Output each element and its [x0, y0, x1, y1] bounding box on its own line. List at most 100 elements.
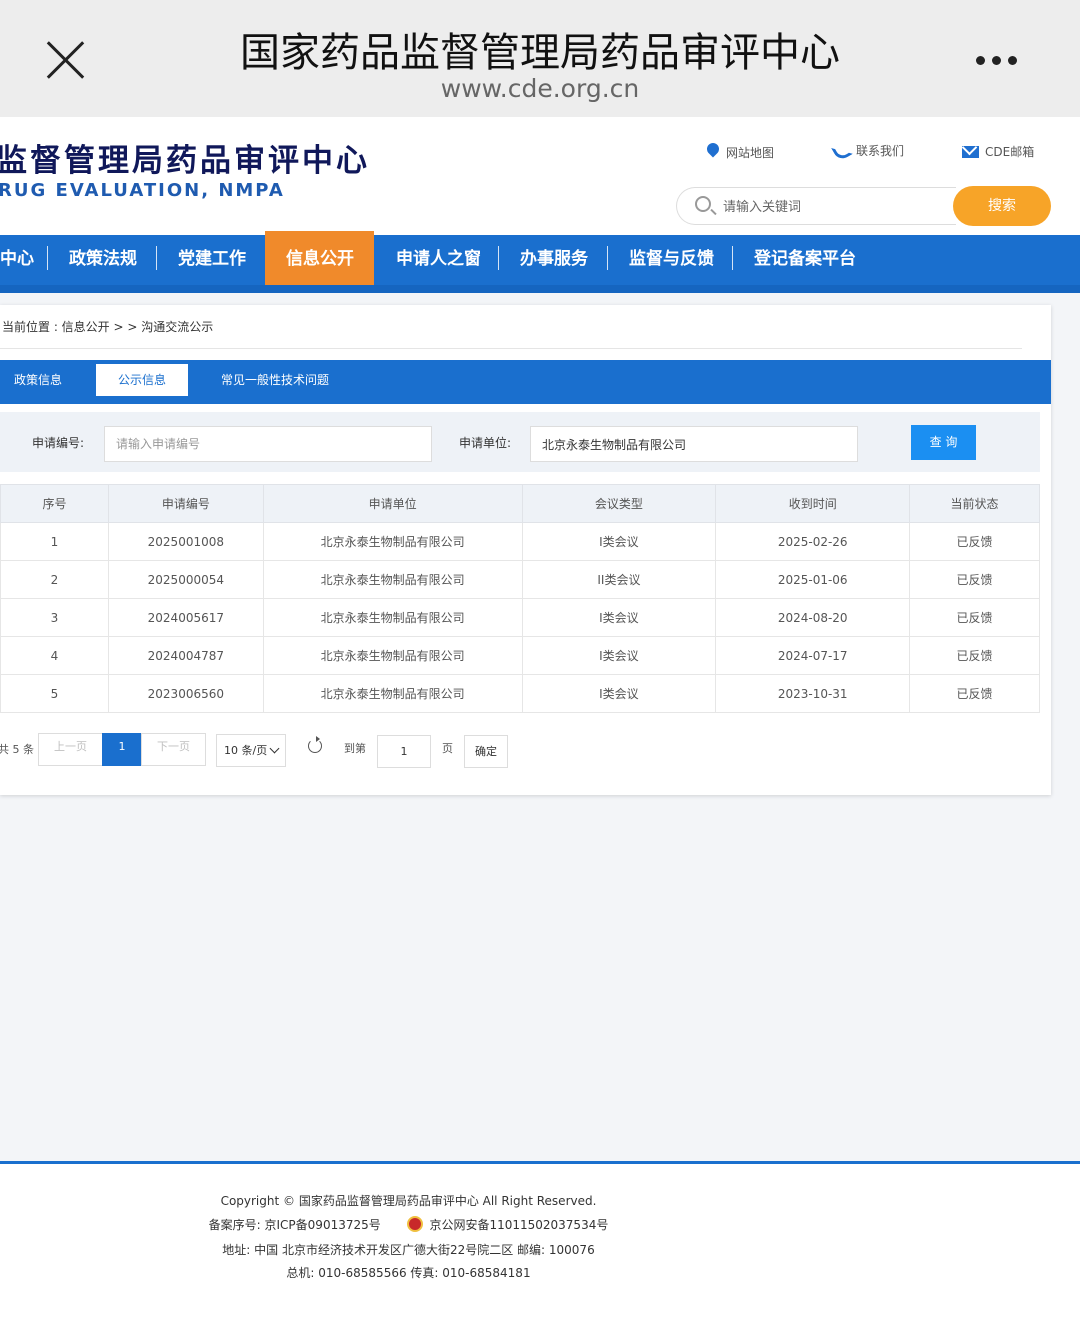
cell-applicant: 北京永泰生物制品有限公司	[262, 674, 523, 713]
header-applicant: 申请单位	[262, 484, 523, 523]
browser-top-bar: 国家药品监督管理局药品审评中心 www.cde.org.cn	[0, 0, 1080, 117]
cell-seq: 2	[0, 560, 109, 599]
header-received-time: 收到时间	[715, 484, 911, 523]
cell-seq: 4	[0, 636, 109, 675]
prev-page-button[interactable]: 上一页	[38, 733, 103, 766]
footer-phone: 总机: 010-68585566 传真: 010-68584181	[286, 1266, 531, 1280]
footer-address: 地址: 中国 北京市经济技术开发区广德大街22号院二区 邮编: 100076	[222, 1243, 595, 1257]
police-badge-icon	[407, 1216, 424, 1232]
nav-item-party[interactable]: 党建工作	[178, 235, 246, 283]
cell-received-time: 2024-08-20	[715, 598, 911, 637]
header-app-no: 申请编号	[107, 484, 264, 523]
total-count: 共 5 条	[0, 743, 34, 756]
table-row[interactable]: 2 2025000054 北京永泰生物制品有限公司 II类会议 2025-01-…	[0, 560, 1040, 599]
header-status: 当前状态	[909, 484, 1040, 523]
cell-app-no: 2024004787	[107, 636, 264, 675]
mail-label: CDE邮箱	[985, 145, 1035, 159]
nav-separator	[156, 246, 157, 270]
footer-copyright: Copyright © 国家药品监督管理局药品审评中心 All Right Re…	[220, 1194, 597, 1208]
cell-app-no: 2023006560	[107, 674, 264, 713]
nav-item-center[interactable]: 中心	[0, 235, 34, 283]
filter-bar: 申请编号: 申请单位: 查 询	[0, 412, 1040, 472]
footer-police[interactable]: 京公网安备11011502037534号	[429, 1218, 608, 1232]
header-seq: 序号	[0, 484, 109, 523]
nav-item-info-public[interactable]: 信息公开	[286, 235, 354, 283]
contact-label: 联系我们	[856, 144, 905, 158]
cell-status: 已反馈	[909, 522, 1040, 561]
cell-status: 已反馈	[909, 598, 1040, 637]
contact-link[interactable]: 联系我们	[831, 139, 905, 162]
applicant-input[interactable]	[530, 426, 858, 462]
table-row[interactable]: 3 2024005617 北京永泰生物制品有限公司 I类会议 2024-08-2…	[0, 598, 1040, 637]
browser-url: www.cde.org.cn	[440, 74, 640, 103]
cell-app-no: 2024005617	[107, 598, 264, 637]
refresh-icon[interactable]	[308, 736, 322, 753]
cell-seq: 1	[0, 522, 109, 561]
cell-meeting-type: II类会议	[521, 560, 717, 599]
cell-applicant: 北京永泰生物制品有限公司	[262, 636, 523, 675]
tab-policy-info[interactable]: 政策信息	[14, 360, 62, 404]
cell-status: 已反馈	[909, 636, 1040, 675]
page-suffix-label: 页	[442, 742, 453, 755]
content-panel: 当前位置 : 信息公开 > > 沟通交流公示 政策信息 公示信息 常见一般性技术…	[0, 305, 1051, 795]
nav-item-applicant[interactable]: 申请人之窗	[396, 235, 481, 283]
table-header-row: 序号 申请编号 申请单位 会议类型 收到时间 当前状态	[0, 484, 1040, 523]
sub-tabs: 政策信息 公示信息 常见一般性技术问题	[0, 360, 1051, 404]
table-row[interactable]: 5 2023006560 北京永泰生物制品有限公司 I类会议 2023-10-3…	[0, 674, 1040, 713]
location-pin-icon	[706, 143, 720, 161]
cell-meeting-type: I类会议	[521, 522, 717, 561]
nav-item-services[interactable]: 办事服务	[520, 235, 588, 283]
nav-separator	[498, 246, 499, 270]
confirm-goto-button[interactable]: 确定	[464, 735, 508, 768]
cell-received-time: 2024-07-17	[715, 636, 911, 675]
main-nav: 中心 政策法规 党建工作 信息公开 申请人之窗 办事服务 监督与反馈 登记备案平…	[0, 231, 1080, 293]
nav-item-supervision[interactable]: 监督与反馈	[629, 235, 714, 283]
app-no-label: 申请编号:	[32, 436, 85, 450]
page-size-select[interactable]: 10 条/页	[216, 734, 286, 767]
results-table: 序号 申请编号 申请单位 会议类型 收到时间 当前状态 1 2025001008…	[0, 484, 1040, 713]
search-input[interactable]	[723, 197, 943, 217]
app-no-input[interactable]	[104, 426, 432, 462]
nav-item-registration[interactable]: 登记备案平台	[754, 235, 856, 283]
mail-icon	[962, 145, 979, 158]
cell-meeting-type: I类会议	[521, 598, 717, 637]
site-footer: Copyright © 国家药品监督管理局药品审评中心 All Right Re…	[0, 1161, 1080, 1331]
query-button[interactable]: 查 询	[911, 425, 976, 460]
cell-received-time: 2023-10-31	[715, 674, 911, 713]
site-logo-english[interactable]: RUG EVALUATION, NMPA	[0, 180, 285, 201]
cell-seq: 3	[0, 598, 109, 637]
chevron-down-icon	[269, 743, 280, 754]
search-icon	[695, 196, 711, 212]
footer-icp-line: 备案序号: 京ICP备09013725号 京公网安备11011502037534…	[0, 1216, 817, 1233]
site-logo-chinese[interactable]: 监督管理局药品审评中心	[0, 135, 370, 180]
page-size-value: 10 条/页	[224, 744, 268, 757]
cell-received-time: 2025-01-06	[715, 560, 911, 599]
tab-common-questions[interactable]: 常见一般性技术问题	[221, 360, 329, 404]
sitemap-link[interactable]: 网站地图	[706, 143, 774, 161]
cell-meeting-type: I类会议	[521, 636, 717, 675]
goto-page-input[interactable]	[377, 735, 431, 768]
footer-icp[interactable]: 备案序号: 京ICP备09013725号	[209, 1218, 381, 1232]
breadcrumb: 当前位置 : 信息公开 > > 沟通交流公示	[2, 320, 214, 334]
cell-seq: 5	[0, 674, 109, 713]
table-row[interactable]: 4 2024004787 北京永泰生物制品有限公司 I类会议 2024-07-1…	[0, 636, 1040, 675]
page-button-current[interactable]: 1	[102, 733, 142, 766]
table-row[interactable]: 1 2025001008 北京永泰生物制品有限公司 I类会议 2025-02-2…	[0, 522, 1040, 561]
cell-status: 已反馈	[909, 560, 1040, 599]
goto-label: 到第	[344, 742, 366, 755]
cell-received-time: 2025-02-26	[715, 522, 911, 561]
applicant-label: 申请单位:	[459, 436, 512, 450]
nav-item-policy[interactable]: 政策法规	[69, 235, 137, 283]
cde-mail-link[interactable]: CDE邮箱	[962, 143, 1034, 160]
next-page-button[interactable]: 下一页	[141, 733, 206, 766]
cell-status: 已反馈	[909, 674, 1040, 713]
nav-separator	[732, 246, 733, 270]
cell-app-no: 2025000054	[107, 560, 264, 599]
search-button[interactable]: 搜索	[953, 186, 1051, 226]
more-options-icon[interactable]	[972, 52, 1022, 68]
tab-public-info[interactable]: 公示信息	[96, 364, 188, 396]
sitemap-label: 网站地图	[726, 145, 775, 160]
nav-separator	[607, 246, 608, 270]
phone-icon	[831, 139, 853, 162]
cell-applicant: 北京永泰生物制品有限公司	[262, 598, 523, 637]
